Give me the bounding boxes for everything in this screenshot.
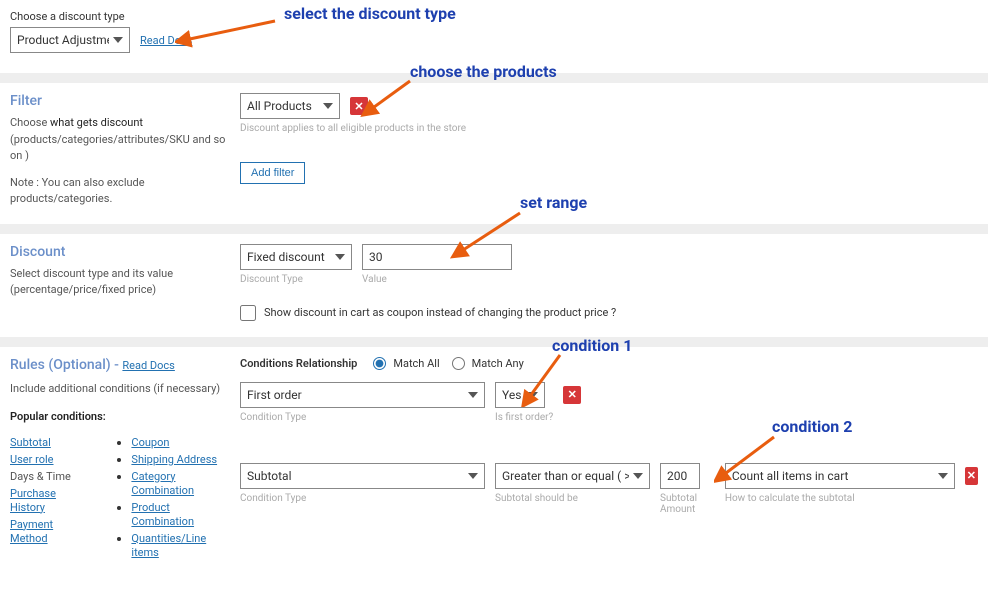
match-any-radio[interactable] xyxy=(452,357,465,370)
match-all-radio[interactable] xyxy=(373,357,386,370)
annotation-set-range: set range xyxy=(520,193,587,212)
cond1-type-select[interactable]: First order xyxy=(240,382,485,408)
rules-title: Rules (Optional) - xyxy=(10,357,122,373)
annotation-choose-products: choose the products xyxy=(410,62,557,81)
discount-type-label: Choose a discount type xyxy=(10,10,192,23)
cond-link-category-combination[interactable]: Category Combination xyxy=(131,470,194,497)
cond2-type-select[interactable]: Subtotal xyxy=(240,463,485,489)
filter-help: Choose what gets discount (products/cate… xyxy=(10,115,230,165)
cond-link-shipping-address[interactable]: Shipping Address xyxy=(131,453,217,466)
cond2-type-sublabel: Condition Type xyxy=(240,493,485,504)
discount-title: Discount xyxy=(10,244,230,260)
discount-type-value-select[interactable]: Fixed discount xyxy=(240,244,352,270)
cond2-op-sublabel: Subtotal should be xyxy=(495,493,650,504)
divider xyxy=(0,337,988,347)
match-all-label: Match All xyxy=(393,357,439,370)
discount-help: Select discount type and its value (perc… xyxy=(10,266,230,299)
discount-value-sublabel: Value xyxy=(362,274,512,285)
filter-apply-note: Discount applies to all eligible product… xyxy=(240,123,978,134)
cond1-value-select[interactable]: Yes xyxy=(495,382,545,408)
cond1-value-sublabel: Is first order? xyxy=(495,412,553,423)
annotation-condition-1: condition 1 xyxy=(552,336,632,355)
show-as-coupon-label: Show discount in cart as coupon instead … xyxy=(264,306,616,319)
filter-title: Filter xyxy=(10,93,230,109)
cond2-calc-sublabel: How to calculate the subtotal xyxy=(725,493,955,504)
cond-link-coupon[interactable]: Coupon xyxy=(131,436,169,449)
cond-link-quantities[interactable]: Quantities/Line items xyxy=(131,532,206,559)
cond2-amount-input[interactable] xyxy=(660,463,700,489)
add-filter-button[interactable]: Add filter xyxy=(240,162,305,184)
discount-type-select[interactable]: Product Adjustment xyxy=(10,27,130,53)
cond1-type-sublabel: Condition Type xyxy=(240,412,485,423)
show-as-coupon-checkbox[interactable] xyxy=(240,305,256,321)
popular-conditions-label: Popular conditions: xyxy=(10,409,230,426)
match-any-label: Match Any xyxy=(472,357,524,370)
cond-link-subtotal[interactable]: Subtotal xyxy=(10,436,51,449)
rules-read-docs-link[interactable]: Read Docs xyxy=(122,359,174,372)
cond2-op-select[interactable]: Greater than or equal ( >= ) xyxy=(495,463,650,489)
remove-cond2-button[interactable]: ✕ xyxy=(965,467,978,485)
discount-type-sublabel: Discount Type xyxy=(240,274,352,285)
filter-note: Note : You can also exclude products/cat… xyxy=(10,175,230,208)
cond-link-days-time: Days & Time xyxy=(10,470,71,483)
remove-cond1-button[interactable]: ✕ xyxy=(563,386,581,404)
filter-products-select[interactable]: All Products xyxy=(240,93,340,119)
read-docs-link[interactable]: Read Docs xyxy=(140,34,192,47)
discount-value-input[interactable] xyxy=(362,244,512,270)
conditions-relationship-label: Conditions Relationship xyxy=(240,357,357,370)
cond-link-purchase-history[interactable]: Purchase History xyxy=(10,487,56,514)
annotation-discount-type: select the discount type xyxy=(284,4,456,23)
cond2-amount-sublabel: Subtotal Amount xyxy=(660,493,715,515)
rules-help: Include additional conditions (if necess… xyxy=(10,381,230,398)
cond2-calc-select[interactable]: Count all items in cart xyxy=(725,463,955,489)
cond-link-user-role[interactable]: User role xyxy=(10,453,54,466)
divider xyxy=(0,224,988,234)
cond-link-payment-method[interactable]: Payment Method xyxy=(10,518,53,545)
annotation-condition-2: condition 2 xyxy=(772,417,852,436)
remove-filter-button[interactable]: ✕ xyxy=(350,97,368,115)
cond-link-product-combination[interactable]: Product Combination xyxy=(131,501,194,528)
